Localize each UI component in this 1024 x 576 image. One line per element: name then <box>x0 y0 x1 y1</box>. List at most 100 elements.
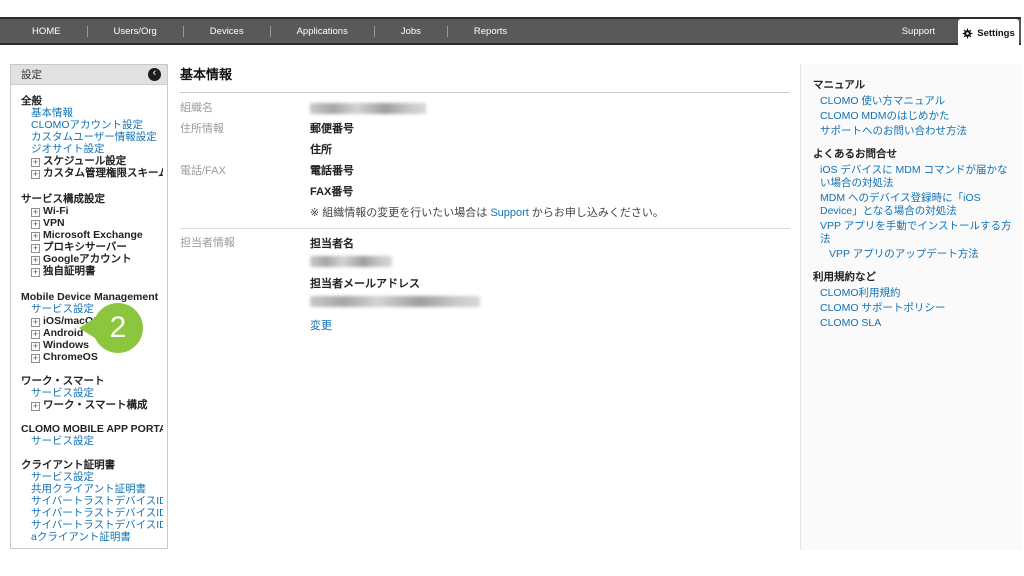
section-title: クライアント証明書 <box>21 459 116 471</box>
sidebar-item-mdm-service-settings[interactable]: サービス設定 <box>21 303 163 315</box>
sidebar-item-label: スケジュール設定 <box>43 155 127 167</box>
sidebar-item-geosite[interactable]: ジオサイト設定 <box>21 143 163 155</box>
change-link[interactable]: 変更 <box>310 320 332 332</box>
settings-tab[interactable]: Settings <box>958 19 1019 47</box>
help-group-title: よくあるお問合せ <box>813 148 897 160</box>
tree-expand-icon[interactable]: + <box>31 318 40 327</box>
contact-row: 担当者情報 担当者名 担当者メールアドレス 変更 <box>180 233 790 333</box>
sidebar-item-schedule[interactable]: + スケジュール設定 <box>21 155 163 167</box>
sidebar-item-a-client-cert[interactable]: aクライアント証明書 <box>21 531 163 543</box>
sidebar-item-cybertrust-client[interactable]: サイバートラストデバイスIDクライ… <box>21 507 163 519</box>
tree-expand-icon[interactable]: + <box>31 256 40 265</box>
sidebar-item-clomo-account[interactable]: CLOMOアカウント設定 <box>21 119 163 131</box>
sidebar-item-ms-exchange[interactable]: + Microsoft Exchange <box>21 229 163 241</box>
section-title: CLOMO MOBILE APP PORTAL <box>21 423 163 435</box>
tree-expand-icon[interactable]: + <box>31 170 40 179</box>
sidebar-item-label: Windows <box>43 339 89 351</box>
sidebar-item-shared-client-cert[interactable]: 共用クライアント証明書 <box>21 483 163 495</box>
org-name-label: 組織名 <box>180 102 213 114</box>
contact-info-label: 担当者情報 <box>180 237 235 249</box>
tree-expand-icon[interactable]: + <box>31 342 40 351</box>
sidebar-item-clientcert-service[interactable]: サービス設定 <box>21 471 163 483</box>
tree-expand-icon[interactable]: + <box>31 220 40 229</box>
help-group-manual: マニュアル CLOMO 使い方マニュアル CLOMO MDMのはじめかた サポー… <box>813 78 1012 138</box>
nav-item-support[interactable]: Support <box>902 26 935 37</box>
help-link-ios-device-registration[interactable]: MDM へのデバイス登録時に「iOS Device」となる場合の対処法 <box>813 192 1012 218</box>
section-title: Mobile Device Management <box>21 291 159 303</box>
sidebar-item-cybertrust-pilot[interactable]: サイバートラストデバイスID(pilot)… <box>21 495 163 507</box>
nav-item-reports[interactable]: Reports <box>448 26 533 37</box>
annotation-badge: 2 <box>79 303 143 353</box>
page-title: 基本情報 <box>180 64 790 93</box>
sidebar-item-map-service[interactable]: サービス設定 <box>21 435 163 447</box>
redacted-contact-email <box>310 296 480 307</box>
fax-number-label: FAX番号 <box>310 186 354 198</box>
tree-expand-icon[interactable]: + <box>31 158 40 167</box>
sidebar-item-label: カスタム管理権限スキーム設定 <box>43 167 163 179</box>
sidebar-item-label: ワーク・スマート構成 <box>43 399 148 411</box>
nav-item-home[interactable]: HOME <box>6 26 87 37</box>
sidebar-item-google-account[interactable]: + Googleアカウント <box>21 253 163 265</box>
sidebar-item-custom-user-info[interactable]: カスタムユーザー情報設定 <box>21 131 163 143</box>
section-title: ワーク・スマート <box>21 375 105 387</box>
tree-expand-icon[interactable]: + <box>31 330 40 339</box>
help-link-vpp-manual-install[interactable]: VPP アプリを手動でインストールする方法 <box>813 220 1012 246</box>
section-title: 全般 <box>21 95 42 107</box>
collapse-icon[interactable]: ‹ <box>148 68 161 81</box>
help-link-mdm-command-not-delivered[interactable]: iOS デバイスに MDM コマンドが届かない場合の対処法 <box>813 164 1012 190</box>
sidebar-item-label: プロキシサーバー <box>43 241 127 253</box>
top-navbar: HOME Users/Org Devices Applications Jobs… <box>0 17 1021 45</box>
tree-expand-icon[interactable]: + <box>31 268 40 277</box>
help-link-usage-manual[interactable]: CLOMO 使い方マニュアル <box>813 95 1012 108</box>
sidebar-item-cybertrust-personal[interactable]: サイバートラストデバイスID(個人… <box>21 519 163 531</box>
sidebar-item-vpn[interactable]: + VPN <box>21 217 163 229</box>
sidebar-section-worksmart: ワーク・スマート サービス設定 + ワーク・スマート構成 <box>21 375 163 411</box>
section-title: サービス構成設定 <box>21 193 105 205</box>
sidebar-item-custom-permission-scheme[interactable]: +カスタム管理権限スキーム設定 <box>21 167 163 179</box>
nav-item-applications[interactable]: Applications <box>271 26 374 37</box>
contact-email-label: 担当者メールアドレス <box>310 278 420 290</box>
sidebar-item-worksmart-service[interactable]: サービス設定 <box>21 387 163 399</box>
sidebar-item-wifi[interactable]: + Wi-Fi <box>21 205 163 217</box>
sidebar-item-worksmart-config[interactable]: + ワーク・スマート構成 <box>21 399 163 411</box>
tree-expand-icon[interactable]: + <box>31 232 40 241</box>
sidebar-section-service-config: サービス構成設定 + Wi-Fi + VPN + Microsoft Exchange… <box>21 193 163 277</box>
sidebar-item-own-certificate[interactable]: + 独自証明書 <box>21 265 163 277</box>
sidebar-item-basic-info[interactable]: 基本情報 <box>21 107 163 119</box>
sidebar-item-windows[interactable]: + Windows <box>21 339 163 351</box>
tree-expand-icon[interactable]: + <box>31 208 40 217</box>
sidebar-item-label: Googleアカウント <box>43 253 132 265</box>
nav-item-devices[interactable]: Devices <box>184 26 270 37</box>
address-row: 住所情報 郵便番号 住所 <box>180 119 790 161</box>
address-label: 住所情報 <box>180 123 224 135</box>
sidebar-item-chromeos[interactable]: + ChromeOS <box>21 351 163 363</box>
postal-code-label: 郵便番号 <box>310 123 354 135</box>
help-link-support-policy[interactable]: CLOMO サポートポリシー <box>813 302 1012 315</box>
sidebar-item-proxy-server[interactable]: + プロキシサーバー <box>21 241 163 253</box>
tree-expand-icon[interactable]: + <box>31 354 40 363</box>
sidebar-section-client-cert: クライアント証明書 サービス設定 共用クライアント証明書 サイバートラストデバイ… <box>21 459 163 543</box>
nav-item-users-org[interactable]: Users/Org <box>88 26 183 37</box>
settings-sidebar: 設定 ‹ 全般 基本情報 CLOMOアカウント設定 カスタムユーザー情報設定 ジ… <box>10 64 168 549</box>
help-link-sla[interactable]: CLOMO SLA <box>813 317 1012 330</box>
sidebar-item-label: Android <box>43 327 84 339</box>
nav-item-jobs[interactable]: Jobs <box>375 26 447 37</box>
help-link-terms-of-use[interactable]: CLOMO利用規約 <box>813 287 1012 300</box>
contact-name-label: 担当者名 <box>310 238 354 250</box>
support-link[interactable]: Support <box>490 207 529 219</box>
tree-expand-icon[interactable]: + <box>31 244 40 253</box>
help-group-faq: よくあるお問合せ iOS デバイスに MDM コマンドが届かない場合の対処法 M… <box>813 147 1012 261</box>
org-change-note: ※ 組織情報の変更を行いたい場合は Support からお申し込みください。 <box>310 207 664 219</box>
help-link-contact-support[interactable]: サポートへのお問い合わせ方法 <box>813 125 1012 138</box>
settings-tab-label: Settings <box>977 27 1015 39</box>
phone-fax-label: 電話/FAX <box>180 165 226 177</box>
help-link-mdm-getting-started[interactable]: CLOMO MDMのはじめかた <box>813 110 1012 123</box>
sidebar-item-label: Microsoft Exchange <box>43 229 143 241</box>
org-name-row: 組織名 <box>180 98 790 119</box>
tree-expand-icon[interactable]: + <box>31 402 40 411</box>
sidebar-body: 全般 基本情報 CLOMOアカウント設定 カスタムユーザー情報設定 ジオサイト設… <box>11 85 167 548</box>
help-link-vpp-app-update[interactable]: VPP アプリのアップデート方法 <box>813 248 1012 261</box>
street-address-label: 住所 <box>310 144 332 156</box>
sidebar-item-label: 独自証明書 <box>43 265 96 277</box>
main-content: 基本情報 組織名 住所情報 郵便番号 住所 電話/FAX 電話番号 FAX番号 … <box>180 64 790 333</box>
